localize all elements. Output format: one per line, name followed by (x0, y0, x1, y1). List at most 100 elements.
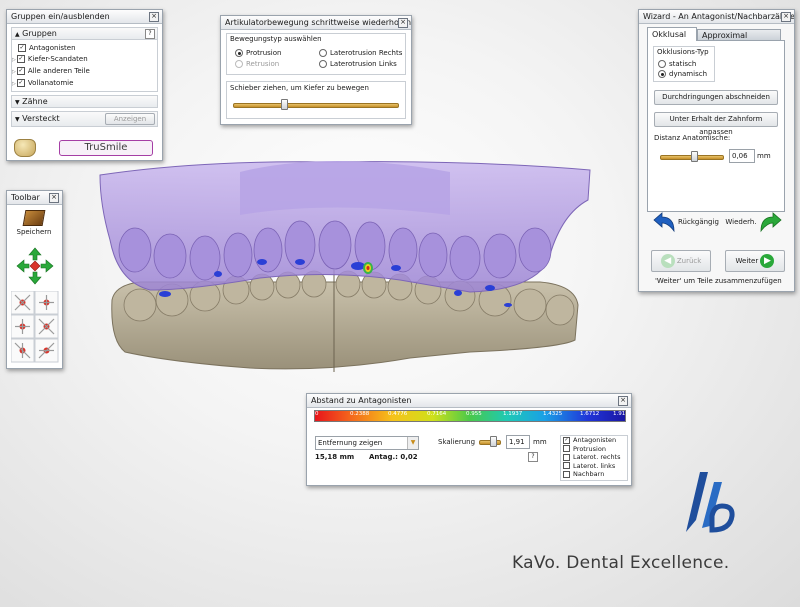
radio-icon[interactable] (658, 70, 666, 78)
color-scale-ticks: 0 0.2388 0.4776 0.7164 0.955 1.1937 1.43… (314, 411, 625, 430)
group-item-andere[interactable]: ▷ ✓ Alle anderen Teile (12, 66, 157, 78)
panel-title-text: Artikulatorbewegung schrittweise wiederh… (225, 18, 411, 27)
undo-button[interactable]: Rückgängig (678, 216, 719, 228)
arrow-left-icon[interactable] (16, 259, 30, 273)
scaling-slider-thumb[interactable] (490, 436, 497, 447)
expand-icon[interactable]: ▷ (12, 81, 16, 87)
checkbox-icon[interactable] (563, 453, 570, 461)
rotate-grid (10, 290, 59, 363)
redo-arrow-icon[interactable] (757, 211, 783, 233)
panel-title-text: Gruppen ein/ausblenden (11, 12, 110, 21)
teeth-section-header[interactable]: ▼ Zähne (11, 95, 158, 108)
checkbox-icon[interactable]: ✓ (563, 436, 570, 444)
checkbox-protrusion[interactable]: Protrusion (563, 445, 627, 454)
radio-icon[interactable] (319, 49, 327, 57)
radio-icon[interactable] (319, 60, 327, 68)
trusmile-button[interactable]: TruSmile (59, 140, 153, 156)
hidden-section-header[interactable]: ▼ Versteckt Anzeigen (11, 111, 158, 127)
checkbox-nachbarn[interactable]: Nachbarn (563, 470, 627, 479)
radio-protrusion[interactable]: Protrusion (235, 49, 281, 57)
distance-unit: mm (757, 152, 771, 160)
tagline: KaVo. Dental Excellence. (512, 553, 730, 573)
expand-icon[interactable]: ▷ (12, 69, 16, 75)
groups-section-header[interactable]: ▲ Gruppen ? (11, 27, 158, 40)
panel-title-text: Toolbar (11, 193, 40, 202)
radio-laterotrusion-rechts[interactable]: Laterotrusion Rechts (319, 49, 402, 57)
kavo-logo (678, 468, 736, 538)
adapt-shape-button[interactable]: Unter Erhalt der Zahnform anpassen (654, 112, 778, 136)
scale-tick-label: 1.1937 (503, 411, 523, 417)
tooth-icon (14, 139, 36, 157)
slider-label: Schieber ziehen, um Kiefer zu bewegen (230, 84, 369, 92)
scale-tick-label: 0.2388 (350, 411, 370, 417)
show-button[interactable]: Anzeigen (105, 113, 155, 125)
expand-icon: ▼ (15, 99, 20, 106)
checkbox-icon[interactable]: ✓ (18, 44, 26, 52)
scaling-value-input[interactable]: 1,91 (506, 435, 530, 449)
group-item-vollanatomie[interactable]: ▷ ✓ Vollanatomie (12, 78, 157, 90)
radio-laterotrusion-links[interactable]: Laterotrusion Links (319, 60, 397, 68)
expand-icon: ▼ (15, 116, 20, 123)
save-button[interactable]: Speichern (11, 208, 57, 242)
next-button[interactable]: Weiter ▶ (725, 250, 785, 272)
radio-statisch[interactable]: statisch (658, 60, 696, 68)
scaling-unit: mm (533, 438, 547, 446)
group-item-kiefer[interactable]: ▷ ✓ Kiefer-Scandaten (12, 54, 157, 66)
checkbox-icon[interactable] (563, 470, 570, 478)
radio-icon[interactable] (235, 49, 243, 57)
group-item-antagonisten[interactable]: ✓ Antagonisten (18, 43, 157, 54)
jaw-slider-track[interactable] (233, 103, 399, 108)
arrow-right-icon[interactable] (40, 259, 54, 273)
distance-slider-thumb[interactable] (691, 151, 698, 162)
checkbox-icon[interactable] (563, 445, 570, 453)
radio-icon[interactable] (658, 60, 666, 68)
checkbox-icon[interactable] (563, 462, 570, 470)
close-icon[interactable]: × (398, 18, 408, 28)
wizard-panel: Wizard - An Antagonist/Nachbarzähne... ×… (638, 9, 795, 292)
checkbox-antagonisten[interactable]: ✓ Antagonisten (563, 436, 627, 445)
help-button[interactable]: ? (145, 29, 155, 39)
radio-dynamisch[interactable]: dynamisch (658, 70, 707, 78)
help-button[interactable]: ? (528, 452, 538, 462)
close-icon[interactable]: × (618, 396, 628, 406)
articulator-panel: Artikulatorbewegung schrittweise wiederh… (220, 15, 412, 125)
checkbox-laterot-links[interactable]: Laterot. links (563, 462, 627, 471)
distance-value-input[interactable]: 0,06 (729, 149, 755, 163)
groups-panel-title: Gruppen ein/ausblenden × (7, 10, 162, 24)
checkbox-laterot-rechts[interactable]: Laterot. rechts (563, 453, 627, 462)
tab-okklusal[interactable]: Okklusal (647, 27, 697, 41)
scale-tick-label: 0 (315, 411, 319, 417)
save-icon (22, 210, 46, 226)
close-icon[interactable]: × (49, 193, 59, 203)
visibility-checkboxes: ✓ Antagonisten Protrusion Laterot. rechts… (560, 435, 628, 481)
move-arrows (15, 246, 55, 286)
penetration-button[interactable]: Durchdringungen abschneiden (654, 90, 778, 105)
close-icon[interactable]: × (781, 12, 791, 22)
arrow-down-icon[interactable] (28, 271, 42, 285)
occlusion-type-group: Okklusions-Typ statisch dynamisch (653, 46, 715, 82)
redo-arrow-icon (760, 212, 782, 233)
wizard-hint: 'Weiter' um Teile zusammenzufügen (655, 277, 782, 285)
antag-readout: Antag.: 0,02 (369, 453, 418, 461)
center-move-icon[interactable] (29, 260, 41, 272)
groups-list: ✓ Antagonisten ▷ ✓ Kiefer-Scandaten ▷ ✓ Alle … (11, 40, 158, 92)
jaw-slider-group: Schieber ziehen, um Kiefer zu bewegen (226, 81, 406, 119)
close-icon[interactable]: × (149, 12, 159, 22)
distance-readout: 15,18 mm (315, 453, 355, 461)
scale-tick-label: 0.4776 (388, 411, 408, 417)
redo-button[interactable]: Wiederh. (725, 216, 757, 228)
movement-type-label: Bewegungstyp auswählen (230, 35, 322, 43)
undo-arrow-icon[interactable] (652, 211, 678, 233)
arrow-up-icon[interactable] (28, 247, 42, 261)
chevron-down-icon[interactable]: ▼ (407, 437, 418, 449)
movement-type-group: Bewegungstyp auswählen Protrusion Latero… (226, 33, 406, 75)
display-mode-dropdown[interactable]: Entfernung zeigen ▼ (315, 436, 419, 450)
checkbox-icon[interactable]: ✓ (16, 79, 25, 87)
checkbox-icon[interactable]: ✓ (16, 67, 25, 75)
checkbox-icon[interactable]: ✓ (16, 55, 25, 63)
scale-tick-label: 0.955 (466, 411, 482, 417)
expand-icon[interactable]: ▷ (12, 57, 16, 63)
jaw-slider-thumb[interactable] (281, 99, 288, 110)
radio-icon (235, 60, 243, 68)
panel-title-text: Wizard - An Antagonist/Nachbarzähne... (643, 12, 794, 21)
